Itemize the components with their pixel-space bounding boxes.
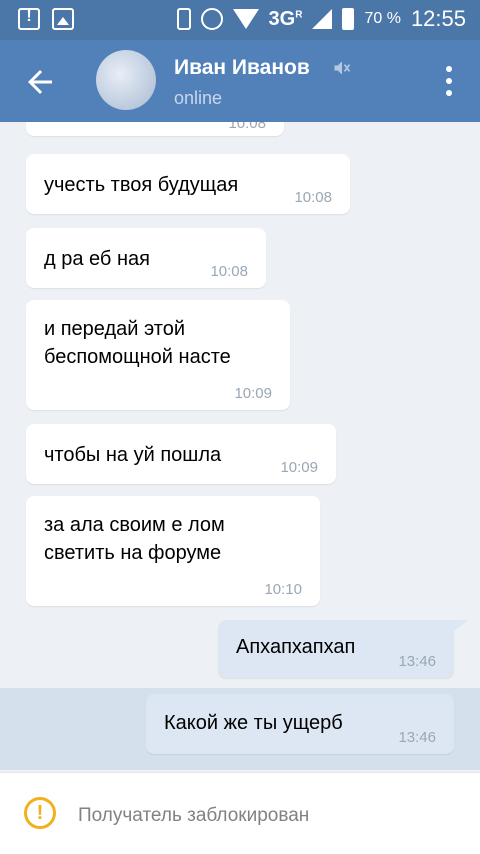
contact-status: online [174,88,223,108]
message-bubble-outgoing[interactable]: Какой же ты ущерб 13:46 [146,694,454,754]
message-time: 10:10 [264,581,302,598]
message-text: учесть твоя будущая [44,174,239,196]
message-time: 13:46 [398,653,436,670]
message-time: 10:08 [210,263,248,280]
notification-image-icon [52,8,74,30]
message-list[interactable]: 10:08 учесть твоя будущая 10:08 д ра еб … [0,122,480,772]
blocked-notice: Получатель заблокирован [78,805,310,826]
message-text: и передай этой [44,318,186,340]
clock: 12:55 [410,6,466,31]
message-bubble-incoming[interactable]: учесть твоя будущая 10:08 [26,154,350,214]
network-type: 3GR [268,7,303,30]
chat-header: Иван Иванов online [0,40,480,122]
back-arrow-icon[interactable] [22,64,58,100]
alarm-icon [200,8,223,30]
message-text: Какой же ты ущерб [164,712,343,734]
contact-name[interactable]: Иван Иванов [174,56,310,80]
message-text: д ра еб ная [44,248,150,270]
message-bubble-incoming[interactable]: и передай этой беспомощной насте 10:09 [26,300,290,410]
message-text: светить на форуме [44,542,222,564]
message-bubble-outgoing[interactable]: Апхапхапхап 13:46 [218,620,454,678]
wifi-icon [232,9,259,29]
message-text: за ала своим е лом [44,514,225,536]
battery-icon [342,8,355,30]
message-time: 10:09 [234,385,272,402]
more-vert-icon[interactable] [446,66,454,96]
message-bubble-incoming[interactable]: д ра еб ная 10:08 [26,228,266,288]
message-bubble-incoming[interactable]: за ала своим е лом светить на форуме 10:… [26,496,320,606]
battery-percent: 70 % [364,10,401,27]
vibrate-icon [176,8,191,30]
blocked-footer: ! Получатель заблокирован [0,772,480,854]
message-time: 10:09 [280,459,318,476]
message-time: 13:46 [398,729,436,746]
avatar[interactable] [96,50,156,110]
signal-icon [312,9,333,29]
message-bubble-incoming[interactable]: чтобы на уй пошла 10:09 [26,424,336,484]
message-bubble-partial[interactable]: 10:08 [26,122,284,136]
status-bar: 3GR 70 % 12:55 [0,0,480,40]
message-text: беспомощной насте [44,346,231,368]
message-time: 10:08 [228,122,266,132]
message-time: 10:08 [294,189,332,206]
bubble-tail [450,620,468,634]
message-text: Апхапхапхап [236,636,356,658]
notification-alert-icon [18,8,40,30]
message-text: чтобы на уй пошла [44,444,222,466]
warning-icon: ! [24,797,56,829]
mute-icon [334,61,351,75]
